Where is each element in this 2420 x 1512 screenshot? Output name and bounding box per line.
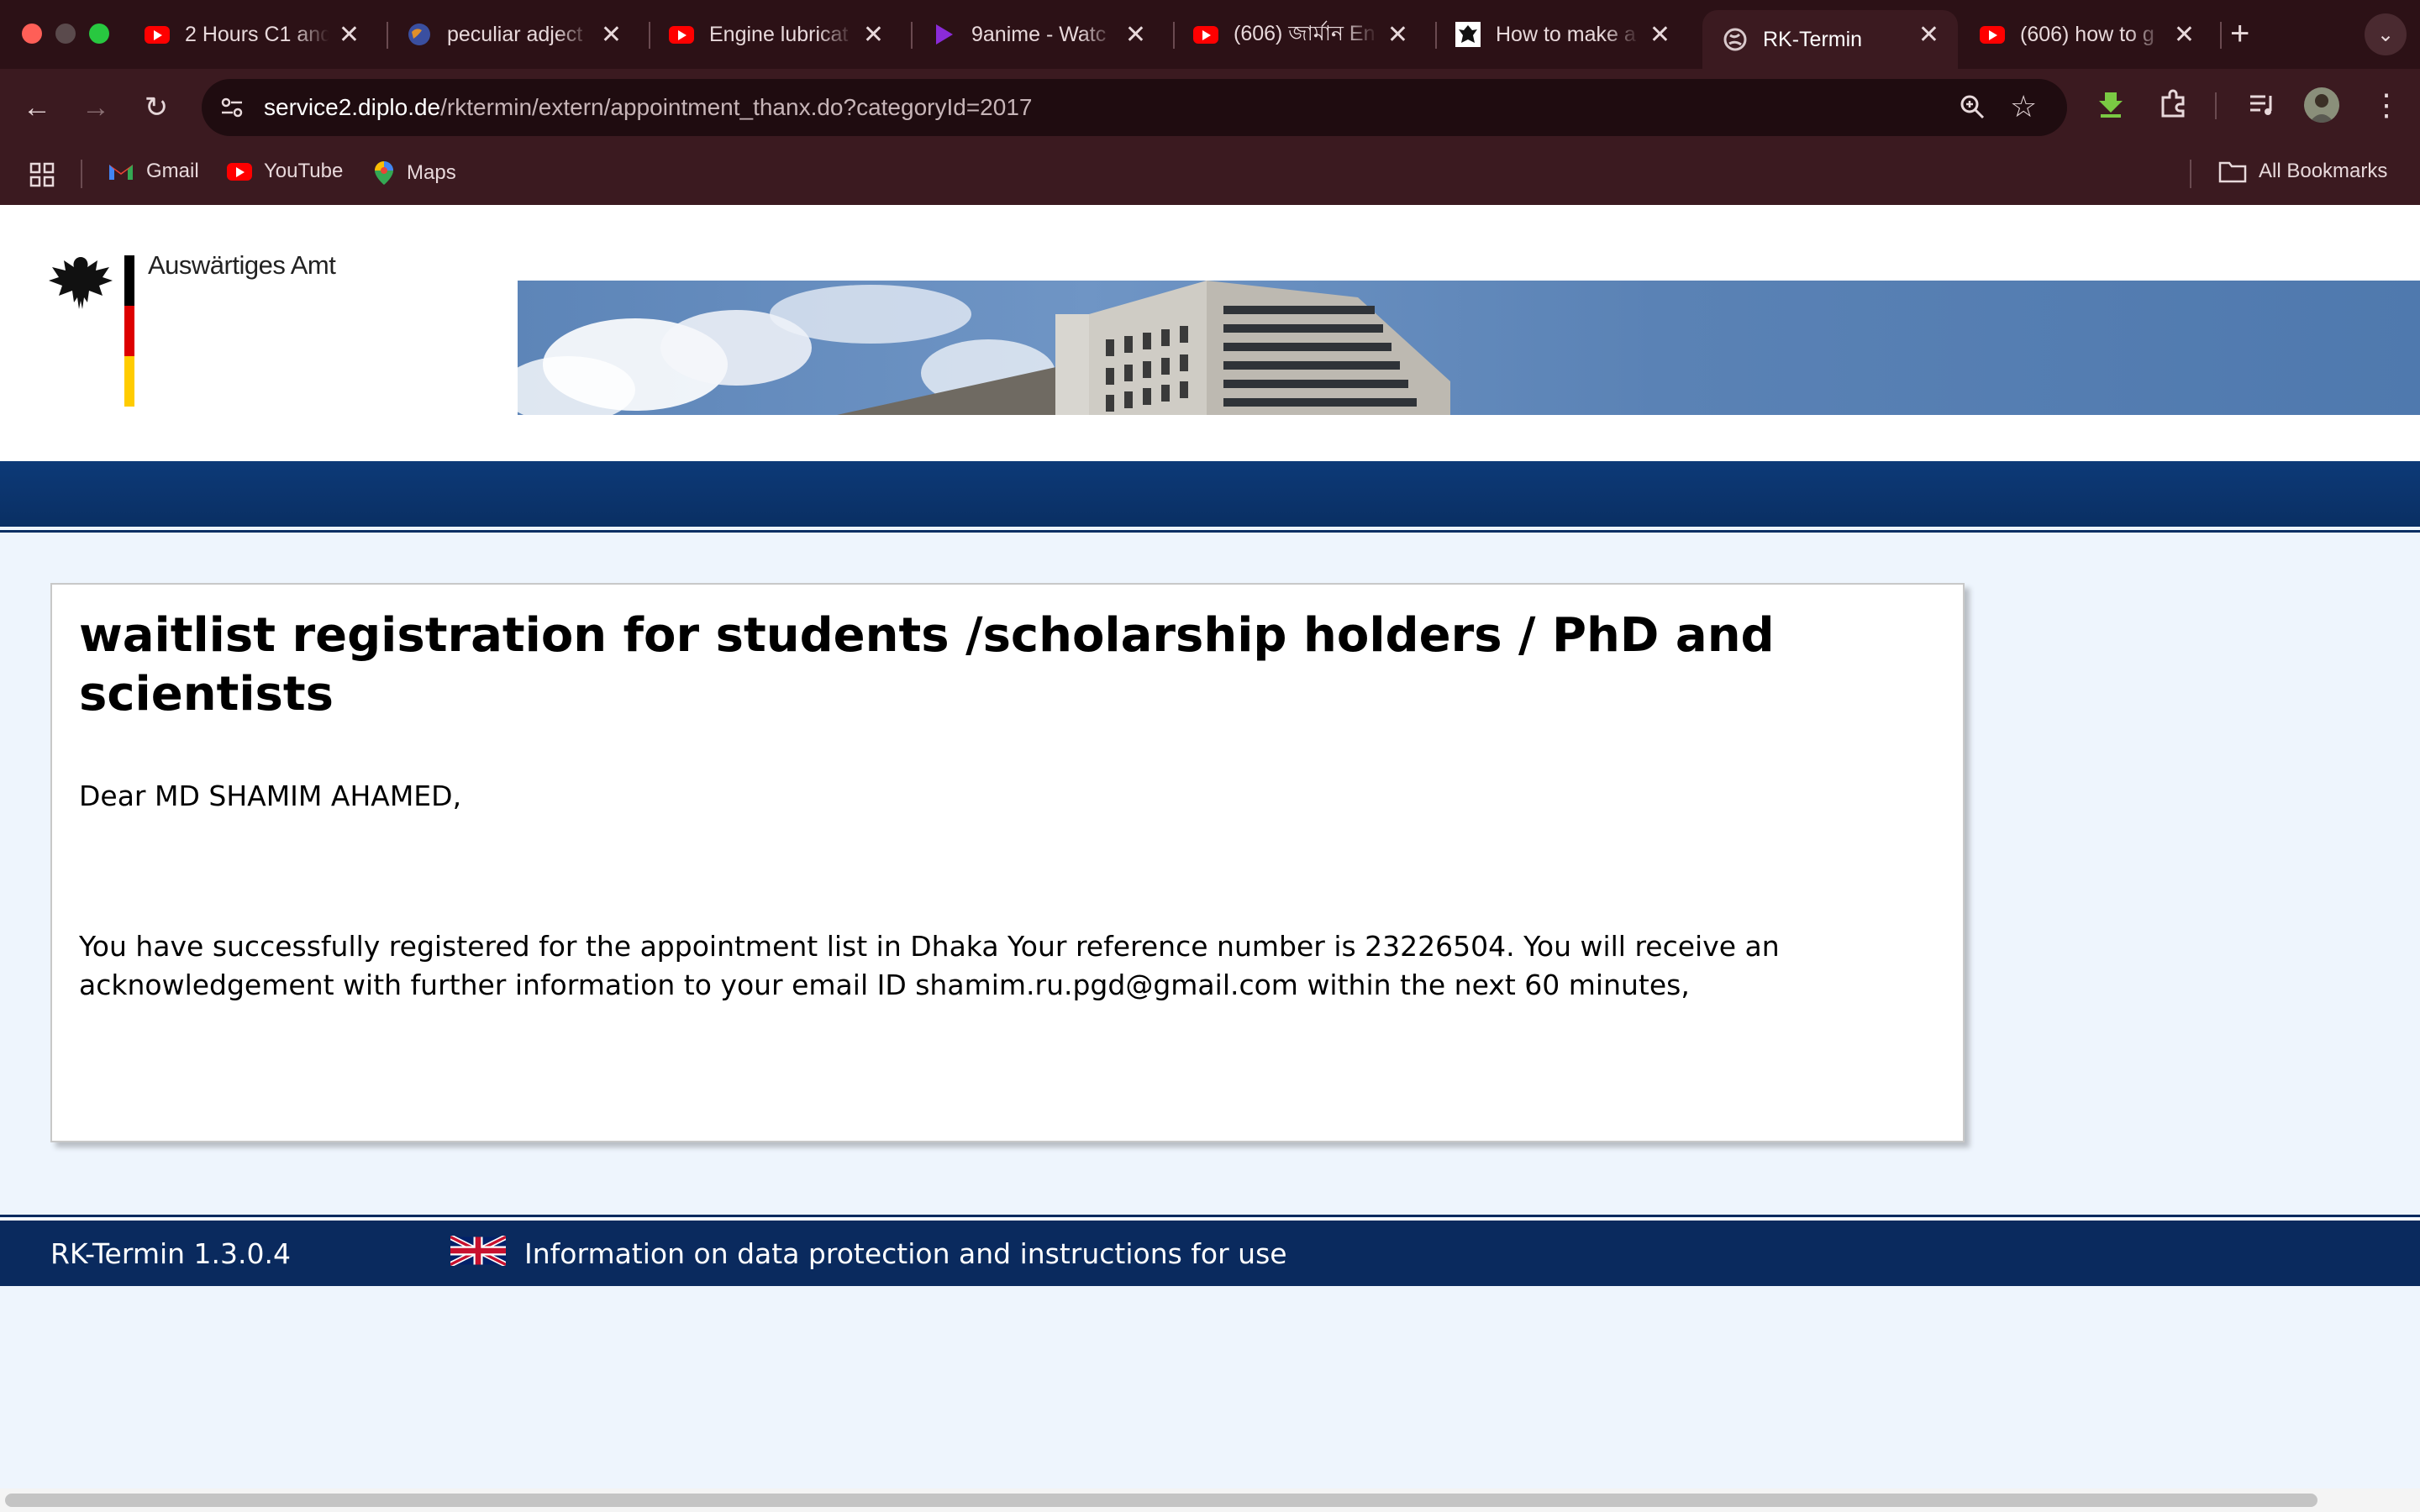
tab-title: (606) how to g [2020,22,2154,46]
bookmark-youtube[interactable]: YouTube [227,160,343,183]
tab-title: How to make a [1496,22,1636,46]
horizontal-scrollbar[interactable] [0,1488,2420,1512]
page: Auswärtiges Amt waitlist registration fo… [0,205,2420,1512]
tab-2[interactable]: Engine lubricat ✕ [649,10,902,59]
scrollbar-thumb[interactable] [5,1494,2317,1507]
navigation-bar [0,461,2420,527]
tab-6-active[interactable]: RK-Termin ✕ [1702,10,1958,69]
url-text[interactable]: service2.diplo.de/rktermin/extern/appoin… [264,94,1032,121]
tab-title: 9anime - Watc [971,22,1107,46]
tab-strip: 2 Hours C1 and ✕ peculiar adject ✕ Engin… [0,0,2420,69]
bookmark-star-icon[interactable]: ☆ [2010,89,2037,124]
close-icon[interactable]: ✕ [601,20,622,50]
all-bookmarks[interactable]: All Bookmarks [2218,160,2387,183]
bookmark-gmail[interactable]: Gmail [108,160,199,183]
data-protection-link[interactable]: Information on data protection and instr… [524,1237,1287,1270]
close-icon[interactable]: ✕ [863,20,884,50]
close-icon[interactable]: ✕ [339,20,360,50]
uk-flag-icon[interactable] [449,1234,508,1268]
tab-title: 2 Hours C1 and [185,22,329,46]
forward-button[interactable]: → [79,91,113,124]
tab-7[interactable]: (606) how to g ✕ [1960,10,2213,59]
confirmation-card: waitlist registration for students /scho… [50,583,1965,1142]
address-bar[interactable]: service2.diplo.de/rktermin/extern/appoin… [202,79,2067,136]
minimize-window-button[interactable] [55,24,76,44]
bookmark-label: Gmail [146,160,199,182]
tab-4[interactable]: (606) জার্মান En ✕ [1173,10,1427,59]
close-icon[interactable]: ✕ [1125,20,1146,50]
globe-icon [1723,27,1748,52]
tab-5[interactable]: How to make a ✕ [1435,10,1689,59]
all-bookmarks-label: All Bookmarks [2259,160,2388,182]
youtube-icon [227,162,252,181]
logo-text: Auswärtiges Amt [148,250,336,280]
youtube-icon [1980,22,2005,47]
divider [0,1215,2420,1217]
divider [0,530,2420,533]
close-window-button[interactable] [22,24,42,44]
zoom-icon[interactable] [1958,92,1986,125]
page-title: waitlist registration for students /scho… [79,608,1775,722]
bookmark-label: YouTube [264,160,344,182]
apps-grid-icon[interactable] [29,161,55,192]
tab-title: Engine lubricat [709,22,849,46]
confirmation-message: You have successfully registered for the… [79,930,1780,1001]
version-label: RK-Termin 1.3.0.4 [50,1237,291,1270]
folder-icon [2218,160,2247,183]
tab-search-button[interactable]: ⌄ [2365,13,2407,55]
bookmark-maps[interactable]: Maps [373,160,456,186]
tab-3[interactable]: 9anime - Watc ✕ [911,10,1165,59]
greeting-text: Dear MD SHAMIM AHAMED, [79,780,462,812]
profile-avatar[interactable] [2304,87,2339,123]
footer-bar: RK-Termin 1.3.0.4 Information on data pr… [0,1218,2420,1286]
back-button[interactable]: ← [20,91,54,124]
close-icon[interactable]: ✕ [1387,20,1408,50]
site-header: Auswärtiges Amt [0,205,2420,461]
maps-pin-icon [373,160,395,186]
maximize-window-button[interactable] [89,24,109,44]
site-settings-icon[interactable] [217,92,247,123]
tab-1[interactable]: peculiar adject ✕ [387,10,640,59]
gmail-icon [108,161,134,181]
close-icon[interactable]: ✕ [2174,20,2195,50]
youtube-icon [1193,22,1218,47]
new-tab-button[interactable]: + [2230,15,2249,53]
extensions-icon[interactable] [2158,89,2188,123]
flag-stripe [124,255,134,407]
play-icon [931,22,956,47]
eagle-icon [1455,22,1481,47]
bookmark-label: Maps [407,161,456,184]
federal-eagle-icon [47,254,114,318]
reload-button[interactable]: ↻ [139,91,173,124]
tab-title: peculiar adject [447,22,583,46]
tab-0[interactable]: 2 Hours C1 and ✕ [124,10,378,59]
globe-icon [407,22,432,47]
youtube-icon [669,22,694,47]
download-icon[interactable] [2096,89,2126,123]
browser-chrome: 2 Hours C1 and ✕ peculiar adject ✕ Engin… [0,0,2420,205]
close-icon[interactable]: ✕ [1918,20,1939,50]
media-controls-icon[interactable] [2247,89,2277,123]
youtube-icon [145,22,170,47]
close-icon[interactable]: ✕ [1649,20,1670,50]
tab-title: RK-Termin [1763,27,1863,51]
tab-title: (606) জার্মান En [1234,21,1376,45]
menu-icon[interactable]: ⋮ [2371,87,2402,123]
header-banner-image [518,281,2420,415]
